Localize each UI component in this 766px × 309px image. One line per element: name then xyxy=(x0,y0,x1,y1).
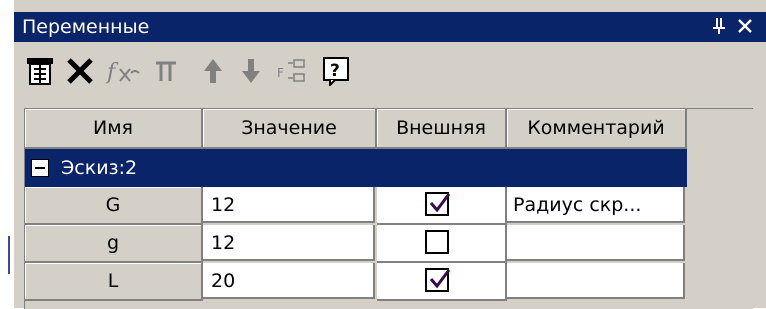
delete-x-icon[interactable] xyxy=(64,54,96,88)
external-checkbox[interactable] xyxy=(425,192,450,216)
variable-value-cell[interactable]: 20 xyxy=(203,263,375,299)
close-icon[interactable] xyxy=(734,14,756,38)
arrow-down-icon[interactable] xyxy=(236,54,266,88)
svg-text:?: ? xyxy=(330,61,340,81)
pin-icon[interactable] xyxy=(708,14,730,38)
external-cell xyxy=(377,187,507,225)
column-header-external[interactable]: Внешняя xyxy=(377,109,507,149)
column-header-name[interactable]: Имя xyxy=(25,109,203,149)
comment-cell[interactable]: Радиус скр... xyxy=(507,187,685,223)
table-row[interactable]: G 12 Радиус скр... xyxy=(25,187,687,225)
variable-value-cell[interactable]: 12 xyxy=(203,225,375,261)
table-row[interactable]: g 12 xyxy=(25,225,687,263)
external-checkbox[interactable] xyxy=(425,230,449,254)
group-row[interactable]: Эскиз:2 xyxy=(25,149,687,187)
gutter-marker xyxy=(8,236,10,274)
arrow-up-icon[interactable] xyxy=(198,54,228,88)
pi-constant-icon[interactable] xyxy=(150,54,182,88)
svg-text:F: F xyxy=(277,66,284,80)
help-icon[interactable]: ? xyxy=(320,54,352,88)
external-cell xyxy=(377,263,507,301)
comment-cell[interactable] xyxy=(507,263,685,299)
grid-empty-area xyxy=(687,109,753,309)
panel-title-bar[interactable]: Переменные xyxy=(14,12,766,42)
collapse-icon[interactable] xyxy=(31,159,49,177)
variables-grid: Имя Значение Внешняя Комментарий Эскиз:2… xyxy=(24,108,753,309)
column-header-value[interactable]: Значение xyxy=(203,109,377,149)
comment-cell[interactable] xyxy=(507,225,685,261)
variable-name-cell[interactable]: g xyxy=(25,225,203,263)
variable-value-cell[interactable]: 12 xyxy=(203,187,375,223)
variables-table-icon[interactable] xyxy=(24,54,56,88)
function-fx-icon[interactable]: f xyxy=(104,54,144,88)
toolbar: f F ? xyxy=(14,42,766,108)
group-label: Эскиз:2 xyxy=(61,157,138,179)
left-gutter xyxy=(0,0,14,308)
variable-name-cell[interactable]: L xyxy=(25,263,203,301)
column-header-comment[interactable]: Комментарий xyxy=(507,109,687,149)
table-row[interactable]: L 20 xyxy=(25,263,687,301)
external-checkbox[interactable] xyxy=(425,268,450,292)
grid-header: Имя Значение Внешняя Комментарий xyxy=(25,109,687,149)
external-cell xyxy=(377,225,507,263)
panel-title: Переменные xyxy=(22,16,150,38)
variable-name-cell[interactable]: G xyxy=(25,187,203,225)
variables-panel: Переменные f F ? Имя Значение Внешняя Ко… xyxy=(14,0,766,309)
formula-reorder-icon[interactable]: F xyxy=(274,54,314,88)
svg-text:f: f xyxy=(105,60,119,85)
